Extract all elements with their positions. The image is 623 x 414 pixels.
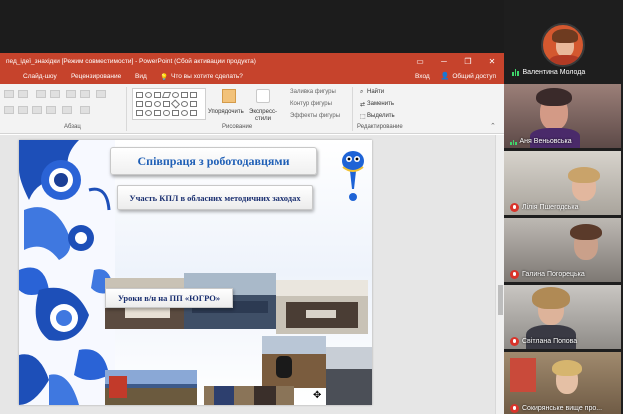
mic-icon [510, 137, 517, 145]
photo-tractor [105, 370, 197, 405]
photo-field [262, 336, 326, 388]
lesson-caption-box[interactable]: Уроки в/н на ПП «ЮГРО» [105, 288, 233, 308]
select-button[interactable]: Выделить [367, 113, 395, 119]
tab-slideshow[interactable]: Слайд-шоу [23, 73, 57, 80]
participant-name: Аня Веньовська [519, 137, 572, 145]
petrykivka-ornament [19, 140, 115, 405]
participant-name-row: Галина Погорецька [510, 270, 585, 279]
participant-name-row: Аня Веньовська [510, 137, 572, 145]
photo-workers [326, 347, 372, 405]
powerpoint-window: пед_ідеї_знахідки [Режим совместимости] … [0, 53, 504, 414]
screen: пед_ідеї_знахідки [Режим совместимости] … [0, 0, 623, 414]
lesson-caption: Уроки в/н на ПП «ЮГРО» [117, 293, 221, 303]
restore-button[interactable]: ❐ [456, 53, 480, 70]
tab-view[interactable]: Вид [135, 73, 147, 80]
person-icon: 👤 [440, 73, 450, 80]
align-left-icon[interactable] [4, 106, 14, 114]
ribbon-display-icon[interactable]: ▭ [408, 53, 432, 70]
participant-name: Світлана Попова [522, 338, 578, 345]
participant-tile[interactable]: Галина Погорецька [504, 218, 621, 282]
line-spacing-icon[interactable] [66, 90, 76, 98]
slide-title: Співпраця з роботодавцями [137, 153, 290, 168]
participant-tile[interactable]: Сокирянське вище про... [504, 352, 621, 414]
participant-tile[interactable]: Світлана Попова [504, 285, 621, 349]
mic-muted-icon [510, 270, 519, 279]
mic-muted-icon [510, 404, 519, 413]
slide-subtitle-box[interactable]: Участь КПЛ в обласних методичних заходах [117, 185, 313, 210]
tab-review[interactable]: Рецензирование [71, 73, 121, 80]
mic-muted-icon [510, 203, 519, 212]
columns-icon[interactable] [62, 106, 72, 114]
tell-me-search[interactable]: Что вы хотите сделать? [171, 73, 243, 80]
bullets-icon[interactable] [4, 90, 14, 98]
shapes-gallery[interactable] [132, 88, 206, 120]
speaking-mic-icon [512, 68, 519, 76]
ribbon-tabs: Слайд-шоу Рецензирование Вид 💡 Что вы хо… [0, 70, 504, 84]
close-button[interactable]: ✕ [480, 53, 504, 70]
participant-name-row: Світлана Попова [510, 337, 577, 346]
document-title: пед_ідеї_знахідки [Режим совместимости] … [6, 58, 256, 65]
arrange-button[interactable]: Упорядочить [208, 109, 244, 115]
shape-effects-button[interactable]: Эффекты фигуры [290, 113, 340, 119]
align-right-icon[interactable] [32, 106, 42, 114]
numbering-icon[interactable] [18, 90, 28, 98]
photo-planting [204, 386, 294, 405]
align-center-icon[interactable] [18, 106, 28, 114]
smartart-icon[interactable] [96, 90, 106, 98]
active-speaker-label: Валентина Молода [512, 68, 585, 76]
participant-tile[interactable]: Аня Веньовська [504, 84, 621, 148]
find-icon: ⌕ [360, 89, 364, 95]
ribbon: Абзац Упорядочить Экспресс-стили Заливка… [0, 84, 504, 134]
replace-button[interactable]: Заменить [367, 101, 394, 107]
share-button[interactable]: 👤 Общий доступ [440, 72, 496, 81]
mouse-cursor-icon: ✥ [313, 390, 322, 401]
current-slide: Співпраця з роботодавцями Участь КПЛ в о… [19, 140, 372, 405]
justify-icon[interactable] [46, 106, 56, 114]
drawing-group-label: Рисование [222, 124, 253, 130]
slide-title-box[interactable]: Співпраця з роботодавцями [110, 147, 317, 175]
quick-styles-button[interactable]: Экспресс-стили [246, 109, 280, 123]
replace-icon: ⇄ [360, 102, 366, 108]
photo-classroom [276, 280, 368, 334]
shape-fill-button[interactable]: Заливка фигуры [290, 89, 336, 95]
share-label: Общий доступ [452, 72, 496, 80]
ppt-titlebar: пед_ідеї_знахідки [Режим совместимости] … [0, 53, 504, 70]
slide-subtitle: Участь КПЛ в обласних методичних заходах [129, 192, 301, 203]
arrange-icon[interactable] [222, 89, 236, 103]
find-button[interactable]: Найти [367, 89, 384, 95]
paragraph-group-label: Абзац [64, 124, 81, 130]
tell-me-icon: 💡 [160, 74, 169, 81]
select-icon: ⬚ [360, 114, 366, 120]
signin-link[interactable]: Вход [415, 73, 430, 80]
participant-name: Лілія Пшегодська [522, 204, 579, 211]
text-direction-icon[interactable] [80, 90, 90, 98]
increase-indent-icon[interactable] [50, 90, 60, 98]
minimize-button[interactable]: ─ [432, 53, 456, 70]
participant-name: Галина Погорецька [522, 271, 585, 278]
mascot-figure [342, 151, 364, 201]
align-text-icon[interactable] [80, 106, 90, 114]
collapse-ribbon-icon[interactable]: ⌃ [490, 122, 496, 130]
shape-outline-button[interactable]: Контур фигуры [290, 101, 332, 107]
participant-name: Сокирянське вище про... [522, 405, 603, 412]
active-speaker-avatar [541, 23, 585, 67]
editing-group-label: Редактирование [357, 124, 403, 130]
decrease-indent-icon[interactable] [36, 90, 46, 98]
mic-muted-icon [510, 337, 519, 346]
participant-name-row: Сокирянське вище про... [510, 404, 602, 413]
vertical-scrollbar[interactable] [495, 135, 504, 414]
participant-tile[interactable]: Лілія Пшегодська [504, 151, 621, 215]
active-speaker-name: Валентина Молода [522, 68, 586, 76]
participant-name-row: Лілія Пшегодська [510, 203, 579, 212]
quick-styles-icon[interactable] [256, 89, 270, 103]
